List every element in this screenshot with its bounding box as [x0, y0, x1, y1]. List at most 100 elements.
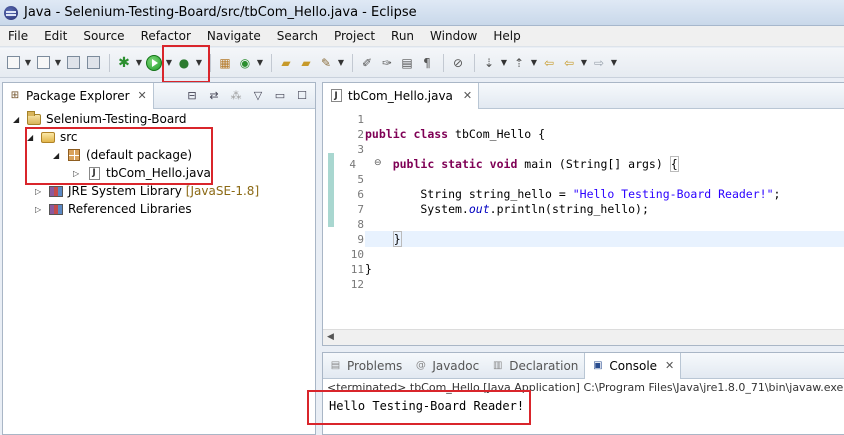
- change-indicator: [328, 153, 334, 227]
- tree-item-project[interactable]: ◢ Selenium-Testing-Board: [13, 110, 187, 128]
- forward-icon[interactable]: ⇨: [590, 54, 608, 72]
- toolbar-separator: [352, 53, 353, 72]
- line-number: 5: [357, 173, 364, 186]
- last-edit-icon[interactable]: ⇦: [540, 54, 558, 72]
- toggle-mark-icon[interactable]: ✐: [358, 54, 376, 72]
- toolbar-separator: [210, 53, 211, 72]
- horizontal-scrollbar[interactable]: ◀: [323, 329, 844, 345]
- menu-edit[interactable]: Edit: [36, 29, 75, 43]
- tab-problems[interactable]: ▤ Problems: [323, 353, 408, 379]
- main-toolbar: ▼ ▼ ✱ ▼ ▼ ● ▼ ▦ ◉ ▼ ▰ ▰ ✎ ▼ ✐ ✑ ▤ ¶ ⊘ ⇣ …: [0, 48, 844, 78]
- line-number: 1: [357, 113, 364, 126]
- menu-bar: File Edit Source Refactor Navigate Searc…: [0, 26, 844, 47]
- code-editor: J tbCom_Hello.java ✕ 1 2 3 4 5 6 7 8 9 1…: [322, 82, 844, 346]
- menu-refactor[interactable]: Refactor: [133, 29, 199, 43]
- expanded-chevron-icon[interactable]: ◢: [13, 115, 23, 124]
- scroll-left-icon[interactable]: ◀: [327, 332, 334, 342]
- back-icon[interactable]: ⇦: [560, 54, 578, 72]
- console-icon: ▣: [593, 360, 603, 371]
- tab-javadoc[interactable]: @ Javadoc: [408, 353, 485, 379]
- package-explorer-icon: ⊞: [10, 90, 20, 101]
- focus-icon[interactable]: ⁂: [229, 88, 243, 102]
- link-with-editor-icon[interactable]: ⇄: [207, 88, 221, 102]
- line-number: 2: [357, 128, 364, 141]
- java-file-icon: J: [329, 89, 343, 103]
- editor-tab-label: tbCom_Hello.java: [348, 88, 453, 103]
- new-java-package-icon[interactable]: ▦: [216, 54, 234, 72]
- save-all-icon[interactable]: [84, 54, 102, 72]
- new-project-dropdown-icon[interactable]: ▼: [54, 54, 62, 72]
- menu-run[interactable]: Run: [383, 29, 422, 43]
- package-explorer-tabbar: ⊞ Package Explorer ✕ ⊟ ⇄ ⁂ ▽ ▭ ☐: [3, 82, 315, 109]
- line-number: 3: [357, 143, 364, 156]
- menu-help[interactable]: Help: [485, 29, 528, 43]
- tab-console[interactable]: ▣ Console ✕: [584, 352, 682, 379]
- tab-package-explorer[interactable]: ⊞ Package Explorer ✕: [3, 82, 154, 109]
- new-class-dropdown-icon[interactable]: ▼: [256, 54, 264, 72]
- new-dropdown-icon[interactable]: ▼: [24, 54, 32, 72]
- show-block-icon[interactable]: ¶: [418, 54, 436, 72]
- debug-icon[interactable]: ✱: [115, 54, 133, 72]
- declaration-icon: ▥: [492, 360, 503, 371]
- code-area[interactable]: public class tbCom_Hello { public static…: [365, 109, 844, 331]
- line-number: 9: [357, 233, 364, 246]
- window-title: Java - Selenium-Testing-Board/src/tbCom_…: [24, 5, 417, 20]
- problems-icon: ▤: [330, 360, 341, 371]
- code-line-7: System.out.println(string_hello);: [365, 202, 649, 216]
- code-line-4: public static void main (String[] args) …: [392, 156, 679, 172]
- open-folder-icon[interactable]: ▰: [297, 54, 315, 72]
- library-icon: [49, 184, 63, 198]
- new-java-class-icon[interactable]: ◉: [236, 54, 254, 72]
- close-icon[interactable]: ✕: [665, 359, 674, 372]
- menu-search[interactable]: Search: [269, 29, 326, 43]
- previous-annotation-icon[interactable]: ⇡: [510, 54, 528, 72]
- save-icon[interactable]: [64, 54, 82, 72]
- minimize-icon[interactable]: ▭: [273, 88, 287, 102]
- run-icon: [146, 54, 162, 71]
- referenced-libraries-label: Referenced Libraries: [68, 202, 192, 216]
- open-type-icon[interactable]: ▰: [277, 54, 295, 72]
- maximize-icon[interactable]: ☐: [295, 88, 309, 102]
- back-dropdown-icon[interactable]: ▼: [580, 54, 588, 72]
- previous-annotation-dropdown-icon[interactable]: ▼: [530, 54, 538, 72]
- line-number: 4: [349, 158, 356, 171]
- menu-source[interactable]: Source: [75, 29, 132, 43]
- close-icon[interactable]: ✕: [463, 89, 472, 102]
- menu-window[interactable]: Window: [422, 29, 485, 43]
- menu-project[interactable]: Project: [326, 29, 383, 43]
- src-highlight-box: [25, 127, 213, 185]
- new-project-icon[interactable]: [34, 54, 52, 72]
- collapsed-chevron-icon[interactable]: ▷: [35, 205, 45, 214]
- tab-declaration[interactable]: ▥ Declaration: [485, 353, 584, 379]
- tab-javadoc-label: Javadoc: [432, 358, 480, 373]
- debug-dropdown-icon[interactable]: ▼: [135, 54, 143, 72]
- forward-dropdown-icon[interactable]: ▼: [610, 54, 618, 72]
- toggle-whitespace-icon[interactable]: ▤: [398, 54, 416, 72]
- line-number: 6: [357, 188, 364, 201]
- view-menu-icon[interactable]: ▽: [251, 88, 265, 102]
- next-annotation-icon[interactable]: ⇣: [480, 54, 498, 72]
- collapse-all-icon[interactable]: ⊟: [185, 88, 199, 102]
- menu-file[interactable]: File: [0, 29, 36, 43]
- toggle-breadcrumb-icon[interactable]: ✑: [378, 54, 396, 72]
- menu-navigate[interactable]: Navigate: [199, 29, 269, 43]
- search-dropdown-icon[interactable]: ▼: [337, 54, 345, 72]
- close-icon[interactable]: ✕: [138, 89, 147, 102]
- collapsed-chevron-icon[interactable]: ▷: [35, 187, 45, 196]
- run-button[interactable]: [145, 54, 163, 72]
- tree-item-referenced-libraries[interactable]: ▷ Referenced Libraries: [35, 200, 192, 218]
- tab-java-file[interactable]: J tbCom_Hello.java ✕: [323, 82, 480, 109]
- tab-problems-label: Problems: [347, 358, 403, 373]
- title-bar: Java - Selenium-Testing-Board/src/tbCom_…: [0, 0, 844, 26]
- jre-version-label: [JavaSE-1.8]: [185, 184, 260, 198]
- library-icon: [49, 202, 63, 216]
- line-number: 12: [350, 278, 364, 291]
- toolbar-separator: [443, 53, 444, 72]
- console-output-highlight-box: [307, 390, 531, 425]
- next-annotation-dropdown-icon[interactable]: ▼: [500, 54, 508, 72]
- code-line-2: public class tbCom_Hello {: [365, 127, 546, 141]
- search-icon[interactable]: ✎: [317, 54, 335, 72]
- new-icon[interactable]: [4, 54, 22, 72]
- line-number: 11: [350, 263, 364, 276]
- skip-breakpoints-icon[interactable]: ⊘: [449, 54, 467, 72]
